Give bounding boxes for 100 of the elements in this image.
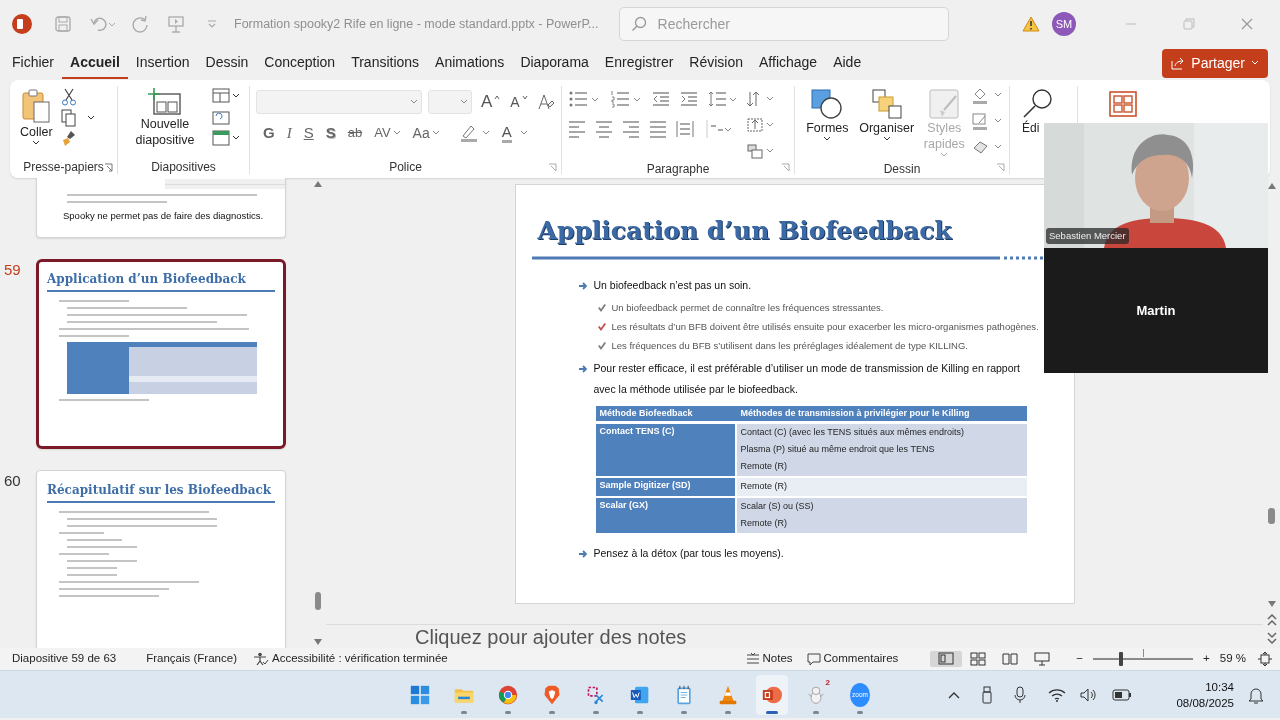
scroll-up-icon[interactable] — [1266, 182, 1277, 190]
menu-tab[interactable]: Conception — [256, 47, 344, 79]
thumbnail-title: Récapitulatif sur les Biofeedback — [47, 481, 275, 503]
share-button[interactable]: Partager — [1162, 48, 1268, 78]
align-center-icon[interactable] — [595, 120, 613, 138]
find-icon[interactable] — [1022, 88, 1054, 118]
slider-thumb[interactable] — [1119, 652, 1124, 666]
menu-tab[interactable]: Aide — [825, 47, 870, 79]
editing-label[interactable]: Édi — [1022, 120, 1040, 136]
scrollbar-thumb[interactable] — [1268, 508, 1275, 524]
shape-fill-icon[interactable] — [971, 86, 1003, 104]
comments-button[interactable]: Commentaires — [802, 649, 903, 669]
justify-icon[interactable] — [649, 120, 667, 138]
menu-tab[interactable]: Animations — [427, 47, 513, 79]
dialog-launcher-icon[interactable] — [104, 163, 113, 172]
paste-button[interactable]: Coller — [16, 86, 57, 158]
grow-font-button[interactable]: A — [478, 91, 504, 113]
character-spacing-button[interactable]: AV — [371, 122, 404, 144]
scroll-up-icon[interactable] — [313, 180, 323, 188]
change-case-button[interactable]: Aa — [409, 122, 443, 144]
menu-tab[interactable]: Diaporama — [512, 47, 597, 79]
next-slide-icon[interactable] — [1266, 632, 1277, 644]
underline-button[interactable]: S — [300, 122, 317, 144]
table-cell-text: Remote (R) — [740, 480, 788, 493]
increase-indent-icon[interactable] — [680, 90, 698, 108]
show-hidden-icons-icon[interactable] — [948, 690, 961, 699]
undo-icon[interactable] — [90, 15, 116, 33]
customize-caret-icon[interactable] — [206, 19, 218, 29]
slide-thumbnail[interactable]: Récapitulatif sur les Biofeedback — [36, 470, 286, 648]
line-spacing-icon[interactable] — [708, 90, 738, 108]
menu-tab[interactable]: Révision — [681, 47, 752, 79]
text-line — [67, 560, 137, 562]
shape-outline-icon[interactable] — [971, 112, 1003, 130]
layout-icon[interactable] — [212, 88, 240, 104]
fit-to-window-icon[interactable] — [1258, 652, 1272, 666]
slide-thumbnail[interactable]: Application d’un Biofeedback — [36, 259, 286, 449]
decrease-indent-icon[interactable] — [652, 90, 670, 108]
shapes-button[interactable]: Formes — [801, 86, 854, 160]
view-button[interactable] — [930, 651, 963, 667]
menu-tab[interactable]: Fichier — [4, 47, 62, 79]
font-color-button[interactable]: A — [498, 122, 531, 144]
present-icon[interactable] — [166, 14, 186, 34]
shrink-font-button[interactable]: A — [507, 91, 531, 113]
shadow-button[interactable]: S — [322, 122, 339, 144]
columns-icon[interactable] — [703, 120, 733, 138]
italic-button[interactable]: I — [283, 122, 295, 144]
close-icon[interactable] — [1241, 18, 1253, 30]
align-left-icon[interactable] — [568, 120, 586, 138]
redo-icon[interactable] — [130, 14, 150, 34]
warning-icon[interactable] — [1022, 16, 1040, 32]
smartart-icon[interactable] — [746, 142, 776, 160]
menu-tab[interactable]: Transitions — [343, 47, 428, 79]
menu-tab[interactable]: Insertion — [127, 47, 198, 79]
align-text-icon[interactable] — [746, 116, 776, 134]
battery-icon[interactable] — [1112, 688, 1133, 701]
dialog-launcher-icon[interactable] — [996, 163, 1005, 172]
designer-icon[interactable] — [1108, 90, 1138, 118]
menu-tab[interactable]: Affichage — [751, 47, 826, 79]
scroll-down-icon[interactable] — [1266, 600, 1277, 608]
previous-slide-icon[interactable] — [1266, 614, 1277, 626]
numbering-icon[interactable] — [610, 90, 642, 108]
align-right-icon[interactable] — [622, 120, 640, 138]
up-caret-icon — [494, 95, 501, 100]
search-field[interactable]: Rechercher — [618, 7, 949, 41]
save-icon[interactable] — [54, 15, 72, 33]
language-label[interactable]: Français (France) — [146, 650, 237, 668]
usb-drive-icon[interactable] — [982, 685, 993, 704]
bullets-icon[interactable] — [568, 90, 600, 108]
text-line — [59, 553, 109, 555]
cut-icon[interactable] — [60, 88, 77, 106]
clear-formatting-icon[interactable] — [536, 93, 555, 111]
scroll-down-icon[interactable] — [313, 638, 323, 646]
text-direction-icon[interactable] — [746, 90, 776, 108]
reset-icon[interactable] — [212, 109, 230, 125]
notes-button[interactable]: Notes — [741, 649, 797, 669]
dialog-launcher-icon[interactable] — [781, 163, 790, 172]
format-painter-icon[interactable] — [60, 130, 77, 148]
dialog-launcher-icon[interactable] — [548, 163, 557, 172]
menu-tab[interactable]: Dessin — [197, 47, 257, 79]
microphone-icon[interactable] — [1014, 685, 1027, 704]
section-icon[interactable] — [212, 130, 240, 146]
notification-icon[interactable] — [1248, 685, 1264, 704]
volume-icon[interactable] — [1080, 687, 1099, 702]
menu-tab[interactable]: Enregistrer — [596, 47, 682, 79]
arrange-button[interactable]: Organiser — [855, 86, 918, 160]
copy-icon[interactable] — [60, 109, 77, 127]
slide-thumbnail[interactable]: Spooky ne permet pas de faire des diagnostics. — [36, 178, 286, 238]
strikethrough-button[interactable]: ab — [344, 122, 366, 144]
zoom-out-button[interactable]: − — [1072, 649, 1088, 669]
zoom-in-button[interactable]: + — [1199, 649, 1214, 669]
caret-icon[interactable] — [86, 115, 95, 121]
scrollbar-thumb[interactable] — [315, 592, 321, 610]
wifi-icon[interactable] — [1048, 687, 1067, 702]
zoom-percent[interactable]: 59 % — [1219, 650, 1246, 668]
account-avatar[interactable]: SM — [1052, 12, 1076, 36]
bold-button[interactable]: G — [260, 122, 278, 144]
clock[interactable]: 10:34 08/08/2025 — [1176, 678, 1234, 711]
new-slide-button[interactable]: Nouvelle diapositive — [124, 86, 206, 158]
accessibility-button[interactable]: Accessibilité : vérification terminée — [248, 649, 452, 669]
distributed-icon[interactable] — [676, 120, 694, 138]
